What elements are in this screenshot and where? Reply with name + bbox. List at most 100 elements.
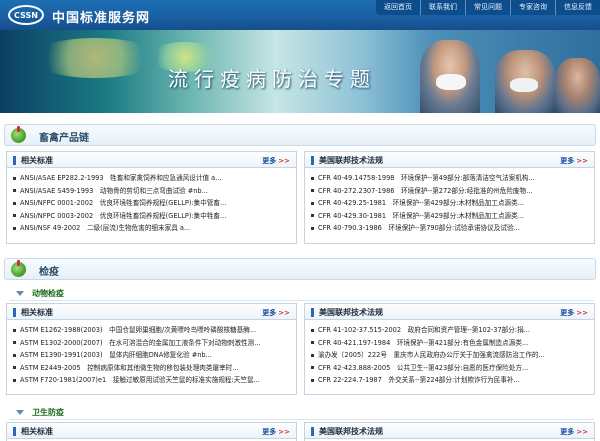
bullet-icon [311, 176, 314, 180]
list-item[interactable]: ASTM E1390-1991(2003) 鼠体内肝细胞DNA修复化验 #nb.… [13, 349, 292, 362]
nav-expert-link[interactable]: 专家咨询 [510, 0, 555, 15]
more-link[interactable]: 更多 >> [262, 308, 290, 318]
more-link[interactable]: 更多 >> [262, 156, 290, 166]
banner-person-image-3 [555, 58, 600, 113]
bullet-icon [311, 226, 314, 230]
top-nav: 返回首页 联系我们 常见问题 专家咨询 信息反馈 [376, 0, 600, 15]
panel-list: CFR 40-49.14758-1998 环境保护--第49部分:部落清洁空气法… [305, 168, 594, 237]
panel-header: 相关标准 更多 >> [7, 304, 296, 320]
panel-list: ASTM E1262-1988(2003) 中国仓鼠卵巢细胞/次黄嘌呤鸟嘌呤磷酸… [7, 320, 296, 389]
bullet-icon [13, 201, 16, 205]
list-item[interactable]: ANSI/NSF 49-2002 二级(层流)生物危害的细末家具 a... [13, 222, 292, 235]
section-header-quarantine: 检疫 [4, 258, 596, 280]
panel-title: 美国联邦技术法规 [319, 308, 383, 317]
panel-list: ANSI/ASAE EP282.2-1993 牲畜和家禽饲养和应急通风设计值 a… [7, 168, 296, 237]
panel-title: 相关标准 [21, 308, 53, 317]
panel-related-standards: 相关标准 更多 >> ANSI/ASAE EP282.2-1993 牲畜和家禽饲养… [6, 151, 297, 244]
section-title: 检疫 [39, 267, 59, 278]
panel-title: 美国联邦技术法规 [319, 427, 383, 436]
bullet-icon [311, 214, 314, 217]
panel-header: 美国联邦技术法规 更多 >> [305, 304, 594, 320]
panel-bar-icon [311, 308, 314, 317]
list-item[interactable]: ASTM E2449-2005 控制病原体和其他微生物的移包装处理肉类屠宰时..… [13, 362, 292, 375]
site-title: 中国标准服务网 [52, 11, 151, 26]
panel-list: CFR 41-102-37.515-2002 政府合同和资产管理--第102-3… [305, 320, 594, 389]
list-item[interactable]: CFR 40-49.14758-1998 环境保护--第49部分:部落清洁空气法… [311, 172, 590, 185]
nav-contact-link[interactable]: 联系我们 [420, 0, 465, 15]
more-link[interactable]: 更多 >> [560, 156, 588, 166]
list-item[interactable]: CFR 40-790.3-1986 环境保护--第790部分:试验承诺协议及试验… [311, 222, 590, 235]
panel-related-standards: 相关标准 更多 >> [6, 422, 297, 441]
subsection-title: 卫生防疫 [32, 408, 64, 417]
panel-bar-icon [13, 427, 16, 436]
bullet-icon [311, 341, 314, 344]
list-item[interactable]: CFR 41-102-37.515-2002 政府合同和资产管理--第102-3… [311, 324, 590, 337]
bullet-icon [13, 366, 16, 369]
more-link[interactable]: 更多 >> [262, 427, 290, 437]
subsection-animal-quarantine[interactable]: 动物检疫 [10, 286, 594, 301]
bullet-icon [13, 353, 16, 357]
banner-mask-image-2 [510, 78, 538, 92]
double-chevron-icon: >> [576, 157, 588, 165]
more-link[interactable]: 更多 >> [560, 427, 588, 437]
bullet-icon [311, 189, 314, 192]
bullet-icon [311, 353, 314, 357]
section-header-livestock: 畜禽产品链 [4, 124, 596, 146]
nav-faq-link[interactable]: 常见问题 [465, 0, 510, 15]
banner-title: 流行疫病防治专题 [168, 67, 376, 91]
list-item[interactable]: ANSI/NFPC 0001-2002 优良环境牲畜饲养规程(GELLP):集中… [13, 197, 292, 210]
panel-bar-icon [311, 156, 314, 165]
subsection-title: 动物检疫 [32, 289, 64, 298]
panel-title: 美国联邦技术法规 [319, 156, 383, 165]
bullet-icon [13, 328, 16, 332]
list-item[interactable]: ANSI/ASAE EP282.2-1993 牲畜和家禽饲养和应急通风设计值 a… [13, 172, 292, 185]
panel-us-federal-regulations: 美国联邦技术法规 更多 >> CFR 41-102-37.515-2002 政府合… [304, 303, 595, 395]
nav-home-link[interactable]: 返回首页 [376, 0, 420, 15]
site-logo[interactable]: CSSN [8, 5, 44, 25]
topic-banner: 流行疫病防治专题 [0, 30, 600, 113]
bullet-icon [13, 176, 16, 180]
double-chevron-icon: >> [278, 309, 290, 317]
list-item[interactable]: ANSI/NFPC 0003-2002 优良环境牲畜饲养规程(GELLP):集中… [13, 210, 292, 223]
bullet-icon [13, 226, 16, 230]
panel-us-federal-regulations: 美国联邦技术法规 更多 >> [304, 422, 595, 441]
bullet-icon [311, 366, 314, 369]
list-item[interactable]: CFR 40-429.30-1981 环境保护--第429部分:木材制品加工点源… [311, 210, 590, 223]
panel-us-federal-regulations: 美国联邦技术法规 更多 >> CFR 40-49.14758-1998 环境保护-… [304, 151, 595, 244]
bullet-icon [311, 328, 314, 332]
list-item[interactable]: CFR 40-421.197-1984 环境保护--第421部分:有色金属制造点… [311, 337, 590, 350]
section-title: 畜禽产品链 [39, 133, 89, 144]
banner-mask-image [436, 74, 466, 90]
bullet-icon [13, 189, 16, 192]
double-chevron-icon: >> [278, 157, 290, 165]
bullet-icon [13, 378, 16, 382]
double-chevron-icon: >> [576, 309, 588, 317]
panel-title: 相关标准 [21, 427, 53, 436]
bullet-icon [311, 378, 314, 382]
list-item[interactable]: CFR 22-224.7-1987 外交关系--第224部分:计划欺诈行为民事补… [311, 374, 590, 387]
panel-header: 相关标准 更多 >> [7, 423, 296, 439]
more-link[interactable]: 更多 >> [560, 308, 588, 318]
leaf-icon [11, 126, 26, 143]
panel-bar-icon [13, 308, 16, 317]
bullet-icon [311, 201, 314, 205]
leaf-icon [11, 260, 26, 277]
list-item[interactable]: CFR 40-272.2307-1986 环境保护--第272部分:经批准的州危… [311, 185, 590, 198]
triangle-down-icon [16, 410, 24, 415]
list-item[interactable]: CFR 40-429.25-1981 环境保护--第429部分:木材制品加工点源… [311, 197, 590, 210]
list-item[interactable]: ANSI/ASAE S459-1993 动物骨的剪切和三点弯曲试验 #nb... [13, 185, 292, 198]
subsection-health-epidemic-prevention[interactable]: 卫生防疫 [10, 405, 594, 420]
banner-decoration [30, 38, 160, 78]
list-item[interactable]: ASTM F720-1981(2007)e1 接触过敏原用试验天竺鼠的标准实施规… [13, 374, 292, 387]
panel-related-standards: 相关标准 更多 >> ASTM E1262-1988(2003) 中国仓鼠卵巢细胞… [6, 303, 297, 395]
panel-bar-icon [311, 427, 314, 436]
list-item[interactable]: ASTM E1302-2000(2007) 在水可溶混合的金属加工液条件下对动物… [13, 337, 292, 350]
list-item[interactable]: ASTM E1262-1988(2003) 中国仓鼠卵巢细胞/次黄嘌呤鸟嘌呤磷酸… [13, 324, 292, 337]
nav-feedback-link[interactable]: 信息反馈 [555, 0, 600, 15]
panel-bar-icon [13, 156, 16, 165]
list-item[interactable]: CFR 42-423.888-2005 公共卫生--第423部分:自愿的医疗保险… [311, 362, 590, 375]
triangle-down-icon [16, 291, 24, 296]
panel-title: 相关标准 [21, 156, 53, 165]
list-item[interactable]: 渝办发〔2005〕222号 重庆市人民政府办公厅关于加强禽流感防治工作的... [311, 349, 590, 362]
panel-header: 美国联邦技术法规 更多 >> [305, 423, 594, 439]
